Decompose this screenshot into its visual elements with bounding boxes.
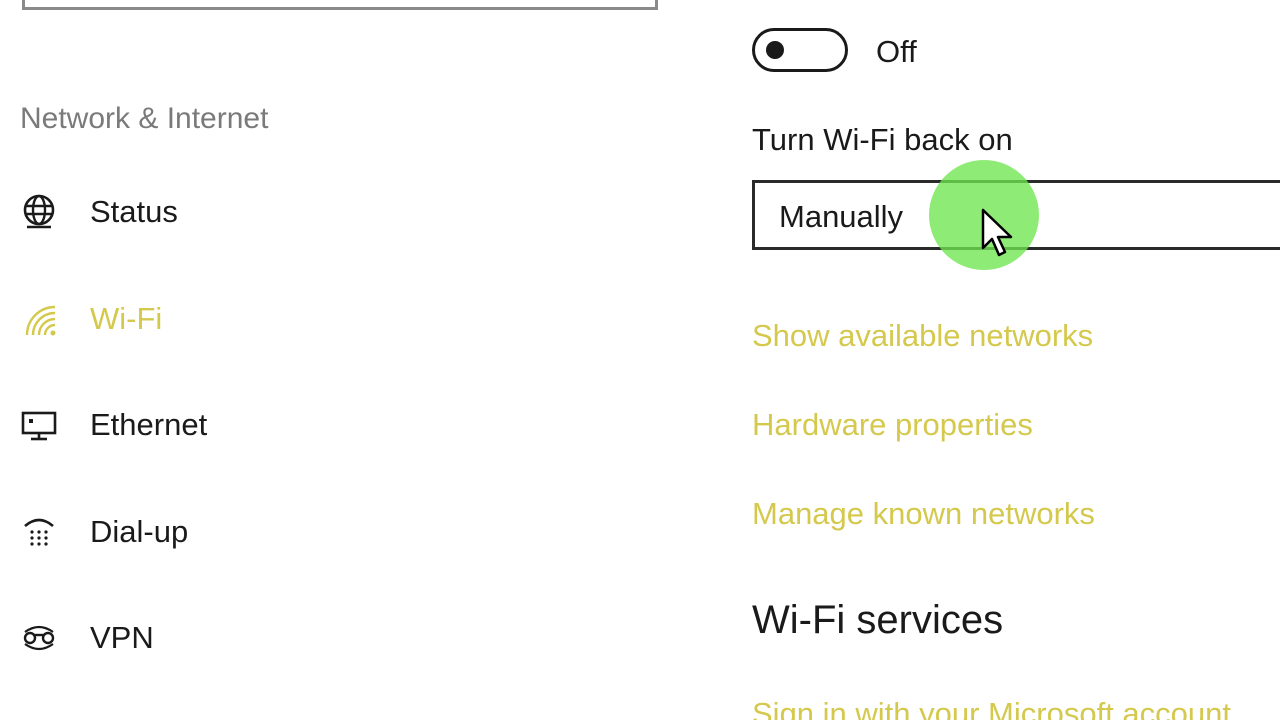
wifi-services-heading: Wi-Fi services [752, 598, 1004, 642]
globe-icon [18, 191, 60, 233]
sidebar-item-vpn[interactable]: VPN [18, 613, 418, 663]
manage-known-networks-link[interactable]: Manage known networks [752, 496, 1095, 532]
sidebar-item-label: Status [90, 194, 178, 229]
wifi-icon [18, 298, 60, 340]
sidebar-item-label: Dial-up [90, 514, 189, 549]
sidebar-item-label: VPN [90, 620, 154, 655]
sidebar-item-ethernet[interactable]: Ethernet [18, 400, 418, 450]
wifi-toggle[interactable] [752, 28, 848, 72]
section-title: Network & Internet [20, 102, 269, 135]
settings-page: Network & Internet Status Wi-Fi Ethernet… [0, 0, 1280, 720]
sidebar-item-dialup[interactable]: Dial-up [18, 507, 418, 557]
hardware-properties-link[interactable]: Hardware properties [752, 407, 1033, 443]
turn-wifi-back-on-dropdown[interactable]: Manually [752, 180, 1280, 250]
dropdown-selected-value: Manually [779, 199, 904, 234]
sidebar-item-status[interactable]: Status [18, 187, 418, 237]
sidebar-item-wifi[interactable]: Wi-Fi [18, 294, 418, 344]
dialup-icon [18, 511, 60, 553]
vpn-icon [18, 617, 60, 659]
sign-in-microsoft-link[interactable]: Sign in with your Microsoft account [752, 696, 1231, 720]
search-input[interactable] [22, 0, 658, 10]
toggle-state-label: Off [876, 34, 917, 69]
ethernet-icon [18, 404, 60, 446]
turn-wifi-back-on-label: Turn Wi-Fi back on [752, 122, 1013, 157]
sidebar-item-label: Ethernet [90, 407, 208, 442]
sidebar-item-label: Wi-Fi [90, 301, 163, 336]
show-available-networks-link[interactable]: Show available networks [752, 318, 1093, 354]
toggle-knob [766, 41, 784, 59]
